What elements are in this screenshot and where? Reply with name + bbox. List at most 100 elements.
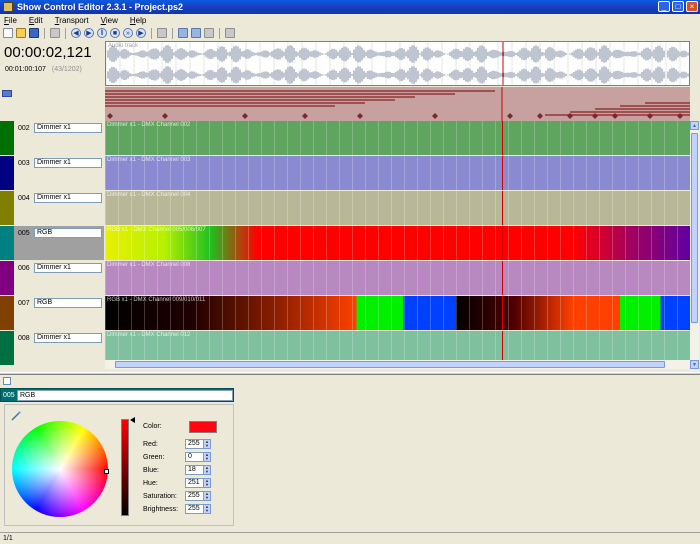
panel-splitter[interactable] bbox=[0, 372, 700, 375]
menu-help[interactable]: Help bbox=[130, 16, 146, 25]
scroll-down-icon[interactable]: ▼ bbox=[690, 360, 699, 369]
spinner-icon[interactable]: ▲ ▼ bbox=[203, 439, 211, 449]
open-icon[interactable] bbox=[16, 28, 26, 38]
new-icon[interactable] bbox=[3, 28, 13, 38]
timecode-subtime: 00:01:00:107 (43/1202) bbox=[5, 66, 82, 73]
track-header[interactable]: 008 Dimmer x1 bbox=[0, 331, 104, 365]
color-wheel[interactable] bbox=[12, 421, 109, 517]
scroll-thumb[interactable] bbox=[691, 133, 698, 323]
track-name-field[interactable]: Dimmer x1 bbox=[34, 333, 102, 343]
copy-icon[interactable] bbox=[191, 28, 201, 38]
property-label: Red: bbox=[143, 441, 158, 448]
track-lane[interactable]: Dimmer x1 - DMX Channel 003 bbox=[105, 156, 690, 190]
print-icon[interactable] bbox=[50, 28, 60, 38]
lane-grid bbox=[105, 156, 690, 190]
marker-track[interactable] bbox=[105, 87, 690, 121]
play-icon[interactable]: ▶ bbox=[84, 28, 94, 38]
end-icon[interactable]: ▶ bbox=[136, 28, 146, 38]
track-number: 005 bbox=[18, 230, 30, 237]
brightness-pointer[interactable] bbox=[130, 417, 135, 423]
spinner-icon[interactable]: ▲ ▼ bbox=[203, 465, 211, 475]
track-color-swatch bbox=[0, 331, 14, 365]
lane-playhead bbox=[502, 121, 503, 155]
app-window: Show Control Editor 2.3.1 - Project.ps2 … bbox=[0, 0, 700, 544]
status-text: 1/1 bbox=[3, 535, 13, 542]
track-header[interactable]: 004 Dimmer x1 bbox=[0, 191, 104, 225]
window-title: Show Control Editor 2.3.1 - Project.ps2 bbox=[17, 2, 184, 12]
marker-track-header bbox=[0, 87, 104, 121]
lane-playhead bbox=[502, 226, 503, 260]
properties-icon[interactable] bbox=[3, 377, 11, 385]
spinner-icon[interactable]: ▲ ▼ bbox=[203, 491, 211, 501]
menu-transport[interactable]: Transport bbox=[55, 16, 89, 25]
track-header[interactable]: 006 Dimmer x1 bbox=[0, 261, 104, 295]
brightness-slider[interactable] bbox=[121, 417, 135, 516]
track-color-swatch bbox=[0, 191, 14, 225]
track-header[interactable]: 002 Dimmer x1 bbox=[0, 121, 104, 155]
maximize-button[interactable]: □ bbox=[672, 1, 684, 12]
toolbar: ◀ ▶ ‖ ■ » ▶ bbox=[0, 26, 700, 40]
scroll-up-icon[interactable]: ▲ bbox=[690, 121, 699, 130]
color-picker-wand-icon[interactable] bbox=[11, 411, 21, 421]
properties-name-field[interactable]: RGB bbox=[17, 390, 233, 401]
track-name-field[interactable]: Dimmer x1 bbox=[34, 263, 102, 273]
properties-toolbar bbox=[0, 376, 700, 386]
track-color-swatch bbox=[0, 296, 14, 330]
horizontal-scrollbar[interactable] bbox=[105, 360, 690, 369]
track-name-field[interactable]: RGB bbox=[34, 228, 102, 238]
audio-waveform[interactable]: Audio track bbox=[105, 41, 690, 86]
spinner-icon[interactable]: ▲ ▼ bbox=[203, 504, 211, 514]
spinner-icon[interactable]: ▲ ▼ bbox=[203, 452, 211, 462]
property-label: Saturation: bbox=[143, 493, 177, 500]
lane-grid bbox=[105, 121, 690, 155]
track-color-swatch bbox=[0, 261, 14, 295]
menu-view[interactable]: View bbox=[101, 16, 118, 25]
lane-grid bbox=[105, 226, 690, 260]
hscroll-thumb[interactable] bbox=[115, 361, 665, 368]
property-label: Blue: bbox=[143, 467, 159, 474]
track-name-field[interactable]: Dimmer x1 bbox=[34, 193, 102, 203]
cut-icon[interactable] bbox=[178, 28, 188, 38]
color-wheel-knob[interactable] bbox=[104, 469, 109, 474]
properties-channel-number: 005 bbox=[3, 392, 15, 399]
close-button[interactable]: × bbox=[686, 1, 698, 12]
track-color-swatch bbox=[0, 226, 14, 260]
track-lane[interactable]: RGB x1 - DMX Channel 005/006/007 bbox=[105, 226, 690, 260]
minimize-button[interactable]: _ bbox=[658, 1, 670, 12]
stop-icon[interactable]: ■ bbox=[110, 28, 120, 38]
menu-file[interactable]: File bbox=[4, 16, 17, 25]
color-swatch[interactable] bbox=[189, 421, 217, 433]
lane-grid bbox=[105, 296, 690, 330]
properties-header: 005 RGB bbox=[0, 388, 234, 402]
track-color-swatch bbox=[0, 156, 14, 190]
property-label: Brightness: bbox=[143, 506, 179, 513]
track-lane[interactable]: Dimmer x1 - DMX Channel 008 bbox=[105, 261, 690, 295]
save-icon[interactable] bbox=[29, 28, 39, 38]
track-lane[interactable]: Dimmer x1 - DMX Channel 002 bbox=[105, 121, 690, 155]
lane-grid bbox=[105, 191, 690, 225]
paste-icon[interactable] bbox=[204, 28, 214, 38]
pause-icon[interactable]: ‖ bbox=[97, 28, 107, 38]
settings-icon[interactable] bbox=[225, 28, 235, 38]
property-label: Green: bbox=[143, 454, 165, 461]
vertical-scrollbar[interactable]: ▲ ▼ bbox=[690, 121, 699, 371]
track-name-field[interactable]: Dimmer x1 bbox=[34, 123, 102, 133]
track-color-swatch bbox=[0, 121, 14, 155]
spinner-icon[interactable]: ▲ ▼ bbox=[203, 478, 211, 488]
track-header[interactable]: 005 RGB bbox=[0, 226, 104, 260]
marker-icon[interactable] bbox=[2, 90, 12, 97]
lane-playhead bbox=[502, 191, 503, 225]
menu-edit[interactable]: Edit bbox=[29, 16, 43, 25]
track-name-field[interactable]: Dimmer x1 bbox=[34, 158, 102, 168]
track-name-field[interactable]: RGB bbox=[34, 298, 102, 308]
rewind-icon[interactable]: ◀ bbox=[71, 28, 81, 38]
status-bar: 1/1 bbox=[0, 532, 700, 544]
next-icon[interactable]: » bbox=[123, 28, 133, 38]
track-header[interactable]: 007 RGB bbox=[0, 296, 104, 330]
track-lane[interactable]: RGB x1 - DMX Channel 009/010/011 bbox=[105, 296, 690, 330]
lane-playhead bbox=[502, 261, 503, 295]
track-lane[interactable]: Dimmer x1 - DMX Channel 004 bbox=[105, 191, 690, 225]
cube-icon[interactable] bbox=[157, 28, 167, 38]
track-number: 006 bbox=[18, 265, 30, 272]
track-header[interactable]: 003 Dimmer x1 bbox=[0, 156, 104, 190]
